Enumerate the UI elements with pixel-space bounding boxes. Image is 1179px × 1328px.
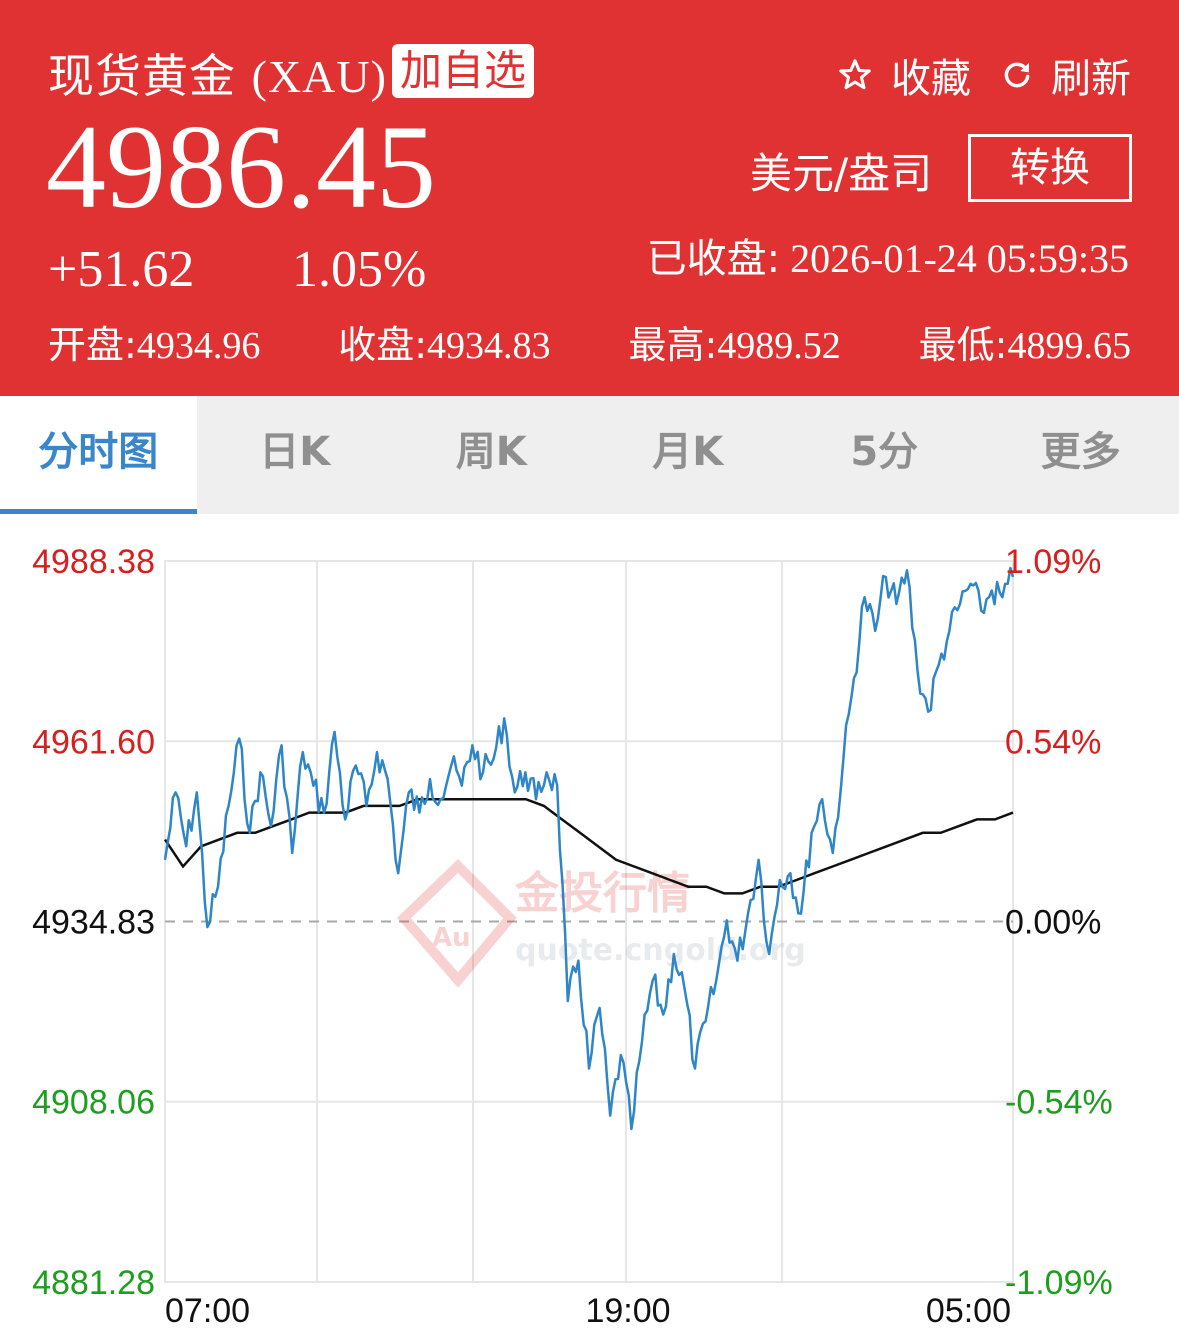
y-left-tick-label: 4988.38 bbox=[32, 543, 155, 581]
stat-close-label: 收盘: bbox=[338, 323, 428, 367]
tab-daily-k[interactable]: 日K bbox=[197, 396, 394, 514]
y-right-tick-label: -0.54% bbox=[1005, 1084, 1113, 1122]
watermark-url: quote.cngold.org bbox=[515, 933, 806, 968]
x-tick-label: 07:00 bbox=[165, 1292, 250, 1328]
stat-close: 收盘:4934.83 bbox=[338, 314, 550, 369]
y-left-tick-label: 4934.83 bbox=[32, 904, 155, 942]
x-tick-label: 19:00 bbox=[585, 1292, 670, 1328]
tab-monthly-k[interactable]: 月K bbox=[590, 396, 787, 514]
y-right-tick-label: 0.00% bbox=[1005, 904, 1101, 942]
y-right-tick-label: 1.09% bbox=[1005, 543, 1101, 581]
price-change-percent: 1.05% bbox=[292, 241, 427, 298]
tab-more[interactable]: 更多 bbox=[983, 396, 1179, 514]
price-unit: 美元/盎司 bbox=[750, 149, 933, 198]
y-left-tick-label: 4908.06 bbox=[32, 1084, 155, 1122]
stat-close-value: 4934.83 bbox=[427, 325, 551, 367]
add-watchlist-button[interactable]: 加自选 bbox=[392, 44, 535, 98]
y-right-tick-label: -1.09% bbox=[1005, 1264, 1113, 1302]
header-actions: 收藏 刷新 bbox=[807, 46, 1131, 104]
stat-low-value: 4899.65 bbox=[1007, 325, 1131, 367]
quote-header: 现货黄金 (XAU) 加自选 收藏 刷新 4986.45 +51.62 1.05… bbox=[0, 0, 1179, 396]
stat-high-label: 最高: bbox=[628, 323, 718, 367]
current-price: 4986.45 bbox=[46, 100, 436, 233]
watermark-title: 金投行情 bbox=[514, 868, 691, 919]
price-change: +51.62 bbox=[48, 241, 195, 298]
tab-5min[interactable]: 5分 bbox=[786, 396, 983, 514]
convert-unit-button[interactable]: 转换 bbox=[968, 134, 1132, 202]
tab-weekly-k[interactable]: 周K bbox=[393, 396, 590, 514]
refresh-label: 刷新 bbox=[1051, 56, 1131, 102]
chart-svg: 金投行情 quote.cngold.org Au 4988.38 1.09% 4961.6… bbox=[32, 543, 1113, 1328]
favorite-button[interactable]: 收藏 bbox=[837, 46, 971, 104]
y-left-tick-label: 4881.28 bbox=[32, 1264, 155, 1302]
stat-high-value: 4989.52 bbox=[717, 325, 841, 367]
stat-low: 最低:4899.65 bbox=[919, 314, 1131, 369]
intraday-chart[interactable]: 金投行情 quote.cngold.org Au 4988.38 1.09% 4961.6… bbox=[0, 514, 1179, 1328]
refresh-button[interactable]: 刷新 bbox=[1001, 46, 1131, 104]
stat-low-label: 最低: bbox=[918, 323, 1008, 367]
stat-open-value: 4934.96 bbox=[136, 325, 261, 367]
tab-intraday[interactable]: 分时图 bbox=[0, 396, 197, 514]
refresh-icon bbox=[1004, 62, 1030, 88]
star-icon bbox=[839, 59, 871, 90]
x-tick-label: 05:00 bbox=[926, 1292, 1011, 1328]
market-status-label: 已收盘: bbox=[646, 236, 781, 282]
y-left-tick-label: 4961.60 bbox=[32, 723, 155, 761]
market-status-time: 2026-01-24 05:59:35 bbox=[790, 236, 1129, 281]
instrument-title: 现货黄金 (XAU) bbox=[48, 40, 387, 106]
watermark-au: Au bbox=[432, 923, 471, 953]
instrument-code: (XAU) bbox=[251, 51, 387, 102]
y-right-tick-label: 0.54% bbox=[1005, 723, 1101, 761]
chart-tabs: 分时图 日K 周K 月K 5分 更多 bbox=[0, 396, 1179, 514]
instrument-name: 现货黄金 bbox=[48, 49, 236, 103]
price-line bbox=[163, 566, 1015, 1131]
market-status: 已收盘: 2026-01-24 05:59:35 bbox=[647, 226, 1129, 284]
price-stats: 开盘:4934.96 收盘:4934.83 最高:4989.52 最低:4899… bbox=[48, 314, 1131, 369]
stat-high: 最高:4989.52 bbox=[628, 314, 840, 369]
stat-open: 开盘:4934.96 bbox=[48, 314, 260, 369]
favorite-label: 收藏 bbox=[891, 56, 971, 102]
stat-open-label: 开盘: bbox=[48, 323, 137, 367]
